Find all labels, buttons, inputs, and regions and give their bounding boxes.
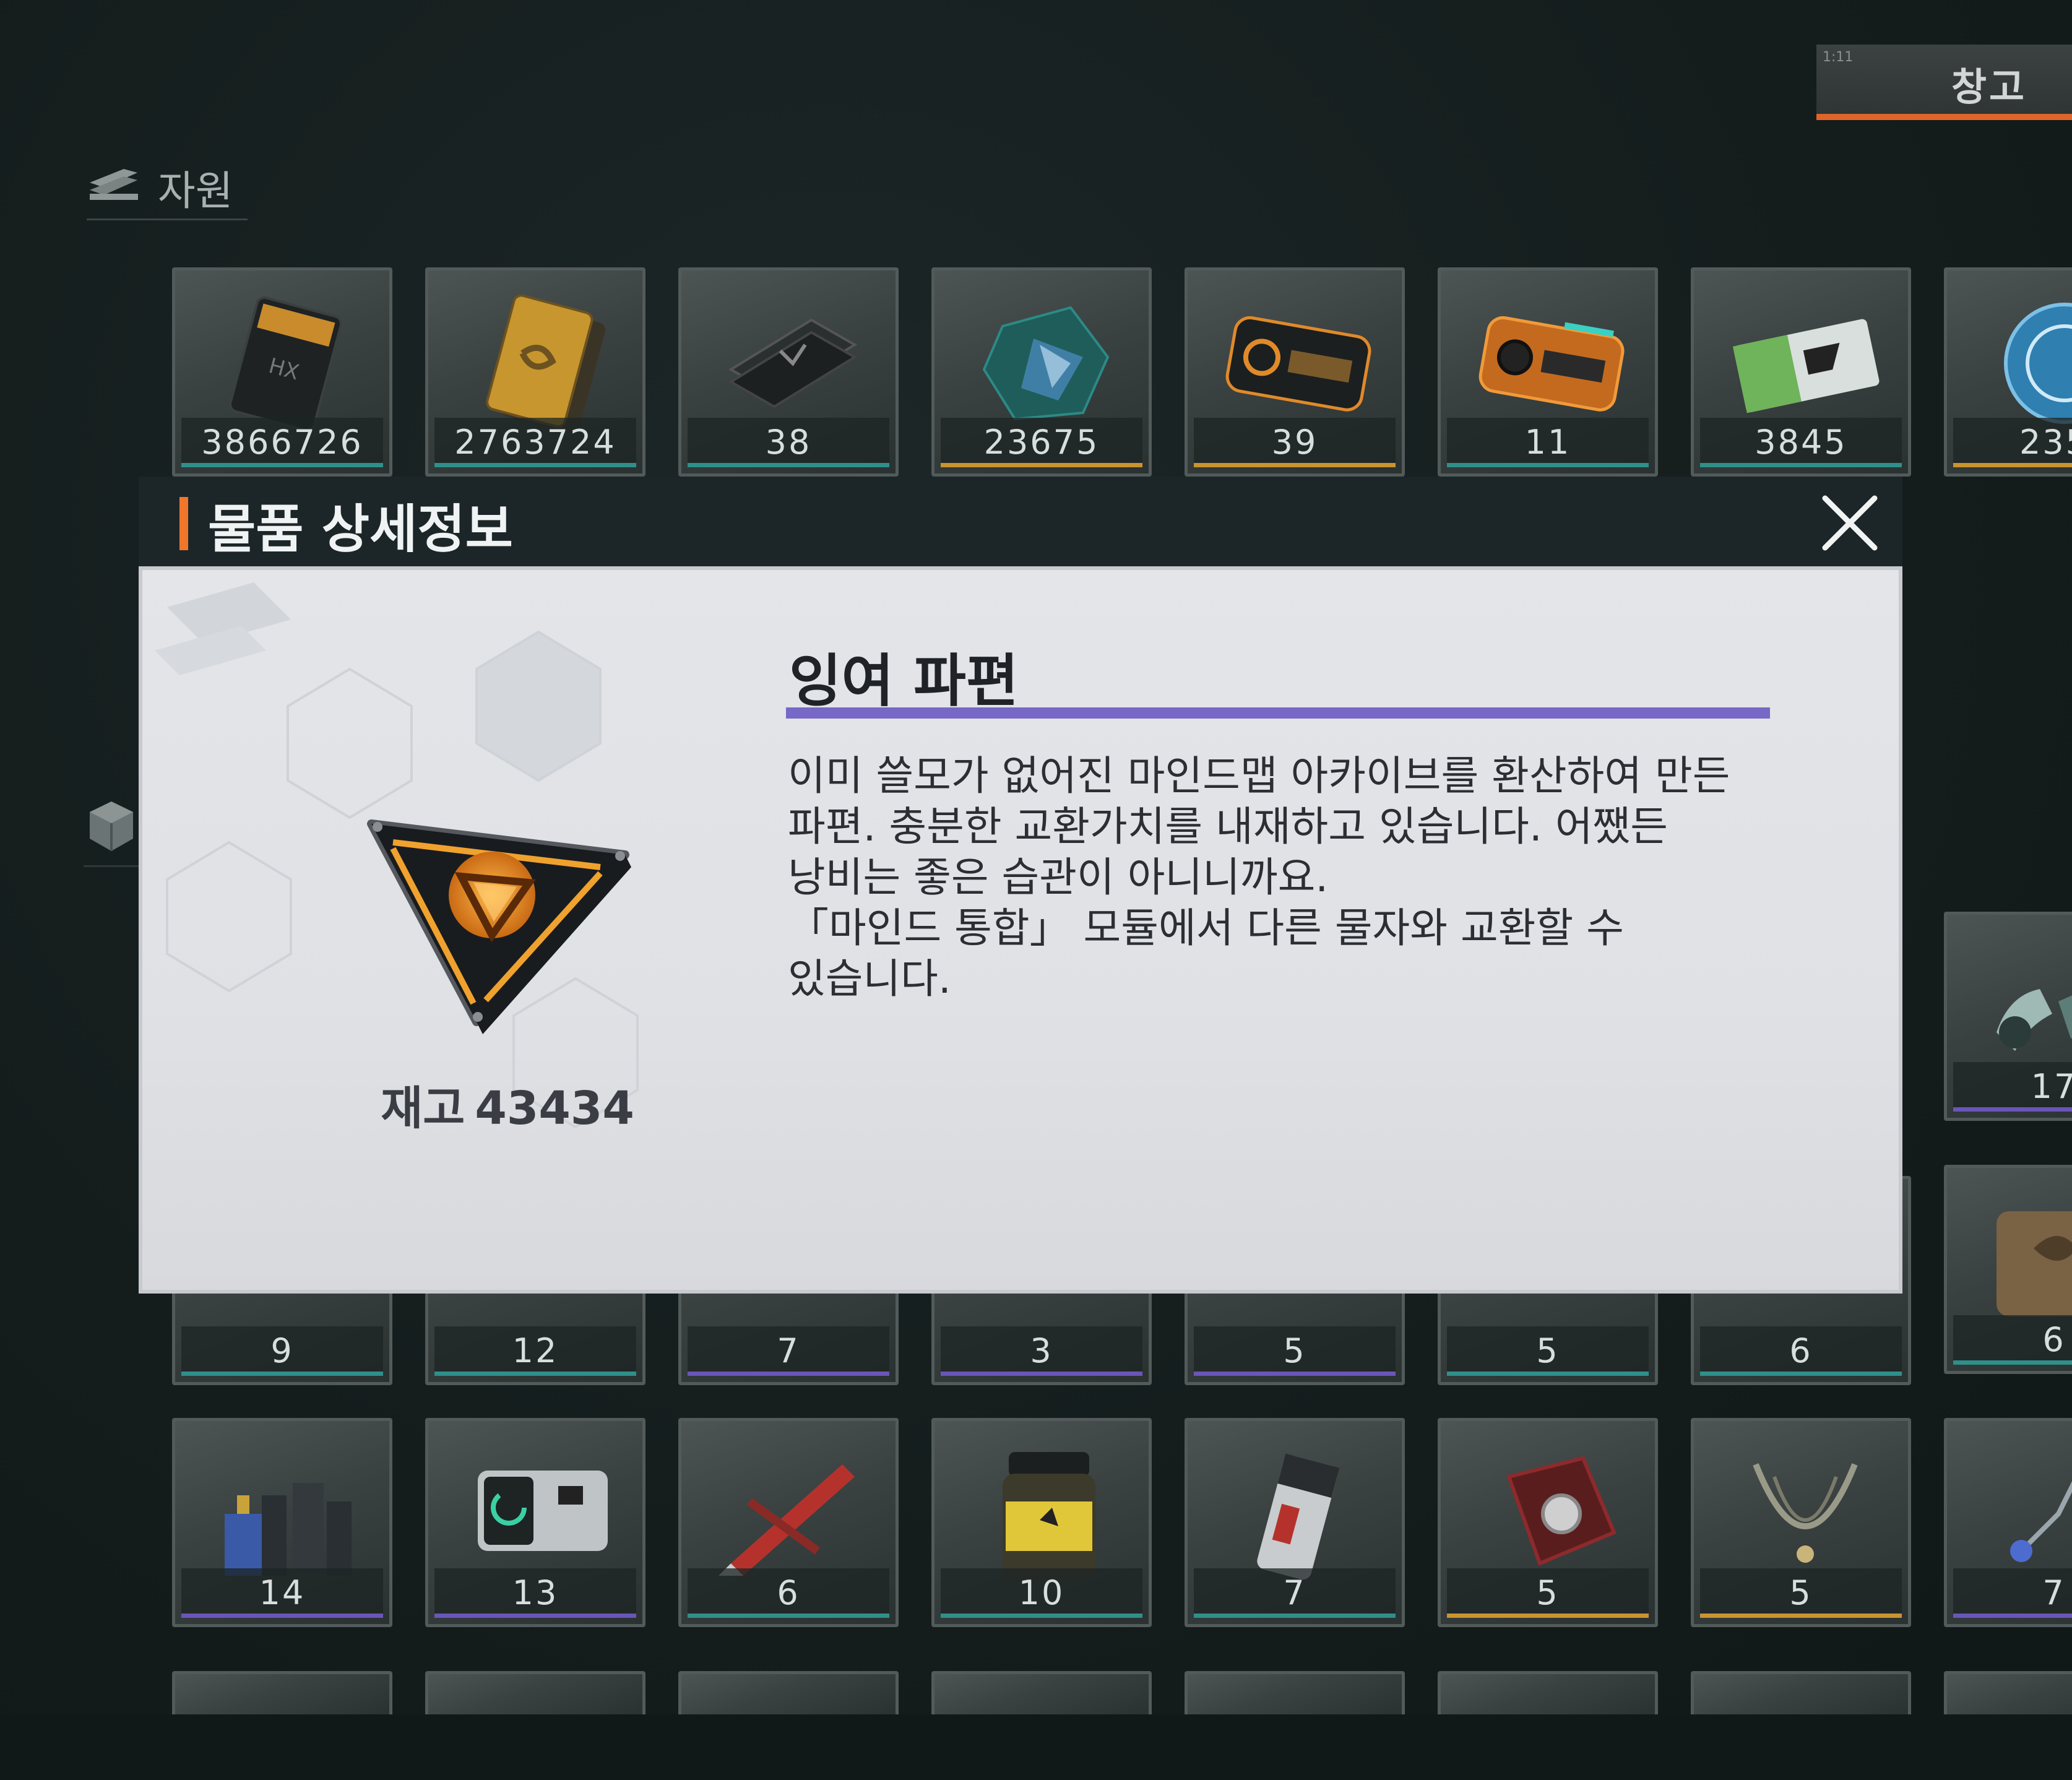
item-tile[interactable] (425, 1671, 645, 1718)
green-ticket-icon (1732, 319, 1880, 413)
item-tile[interactable]: 5 (1438, 1418, 1658, 1627)
necklace-icon (1753, 1463, 1858, 1563)
item-tile[interactable]: 6 (678, 1418, 899, 1627)
device-icon (1996, 989, 2072, 1051)
item-count: 6 (1700, 1326, 1902, 1376)
item-count: 6 (688, 1568, 889, 1618)
bottles-icon (225, 1483, 352, 1576)
item-name: 잉여 파편 (789, 648, 1019, 714)
item-count: 38 (688, 418, 889, 467)
item-count: 2763724 (434, 418, 636, 467)
item-tile[interactable]: HX 3866726 (172, 267, 392, 477)
item-tile[interactable]: 6 (1944, 1165, 2072, 1374)
item-tile[interactable]: 7 (1185, 1418, 1405, 1627)
item-count: 13 (434, 1568, 636, 1618)
item-tile[interactable] (1944, 1671, 2072, 1718)
clay-icon (1996, 1211, 2072, 1316)
section-divider-2 (84, 865, 139, 867)
item-tile[interactable] (931, 1671, 1152, 1718)
item-count: 5 (1700, 1568, 1902, 1618)
item-tile[interactable]: 3845 (1691, 267, 1911, 477)
item-tile[interactable] (1691, 1671, 1911, 1718)
surplus-fragment-icon (367, 819, 631, 1034)
item-count: 39 (1194, 418, 1396, 467)
item-tile[interactable]: 10 (931, 1418, 1152, 1627)
crystal-icon (982, 306, 1110, 421)
tab-small-label: 1:11 (1823, 50, 1854, 65)
stock-label: 재고 (381, 1082, 465, 1135)
item-tile[interactable]: 11 (1438, 267, 1658, 477)
item-tile[interactable]: 14 (172, 1418, 392, 1627)
item-count: 3866726 (181, 418, 383, 467)
blue-emblem-icon (2004, 303, 2072, 424)
item-description: 이미 쓸모가 없어진 마인드맵 아카이브를 환산하여 만든 파편. 충분한 교환… (788, 752, 1730, 1003)
item-count: 17 (1953, 1062, 2072, 1112)
title-accent-bar (179, 497, 188, 550)
pen-icon (719, 1464, 855, 1576)
item-tile[interactable]: 13 (425, 1418, 645, 1627)
item-count: 3 (941, 1326, 1142, 1376)
chip-stack-icon (728, 318, 857, 408)
earring-icon (2010, 1481, 2072, 1562)
gadget-icon (478, 1471, 608, 1551)
item-count: 7 (1194, 1568, 1396, 1618)
bottom-bar (0, 1714, 2072, 1780)
stack-icon (90, 169, 138, 200)
item-tile[interactable]: 2763724 (425, 267, 645, 477)
jar-icon (1003, 1452, 1095, 1579)
stock-count: 재고 43434 (353, 1071, 662, 1138)
item-count: 7 (1953, 1568, 2072, 1618)
item-tile[interactable]: 23675 (931, 267, 1152, 477)
item-count: 7 (688, 1326, 889, 1376)
item-tile[interactable] (1185, 1671, 1405, 1718)
box-icon (90, 801, 133, 851)
item-tile[interactable]: 39 (1185, 267, 1405, 477)
gold-card-icon (486, 294, 606, 431)
modal-body: 재고 43434 잉여 파편 이미 쓸모가 없어진 마인드맵 아카이브를 환산하여… (139, 566, 1902, 1294)
item-tile[interactable]: 17 (1944, 912, 2072, 1121)
item-count: 10 (941, 1568, 1142, 1618)
item-count: 12 (434, 1326, 636, 1376)
item-count: 5 (1447, 1326, 1649, 1376)
item-count: 5 (1194, 1326, 1396, 1376)
item-count: 5 (1447, 1568, 1649, 1618)
item-count: 3845 (1700, 418, 1902, 467)
lighter-icon (1257, 1453, 1340, 1580)
item-tile[interactable]: 5 (1691, 1418, 1911, 1627)
section-divider (87, 218, 248, 220)
item-count: 23675 (941, 418, 1142, 467)
item-count: 14 (181, 1568, 383, 1618)
black-card-icon: HX (229, 296, 343, 431)
item-tile[interactable]: 38 (678, 267, 899, 477)
ring-box-icon (1506, 1456, 1617, 1566)
tab-warehouse-label: 창고 (1951, 64, 2027, 110)
modal-title: 물품 상세정보 (208, 499, 513, 559)
tab-warehouse[interactable]: 1:11 창고 (1816, 45, 2072, 120)
close-icon[interactable] (1816, 489, 1884, 557)
item-tile[interactable] (1438, 1671, 1658, 1718)
orange-pass-icon (1478, 316, 1625, 412)
item-tile[interactable]: 235 (1944, 267, 2072, 477)
item-tile[interactable] (172, 1671, 392, 1718)
item-count: 235 (1953, 418, 2072, 467)
item-count: 9 (181, 1326, 383, 1376)
item-name-underline (786, 707, 1770, 719)
modal-header: 물품 상세정보 (139, 477, 1902, 566)
item-tile[interactable]: 7 (1944, 1418, 2072, 1627)
item-tile[interactable] (678, 1671, 899, 1718)
stock-value: 43434 (475, 1082, 634, 1135)
item-count: 6 (1953, 1315, 2072, 1365)
item-count: 11 (1447, 418, 1649, 467)
orange-pass-icon (1225, 316, 1371, 412)
section-title: 자원 (158, 167, 233, 215)
section-header-resources: 자원 (87, 152, 891, 220)
